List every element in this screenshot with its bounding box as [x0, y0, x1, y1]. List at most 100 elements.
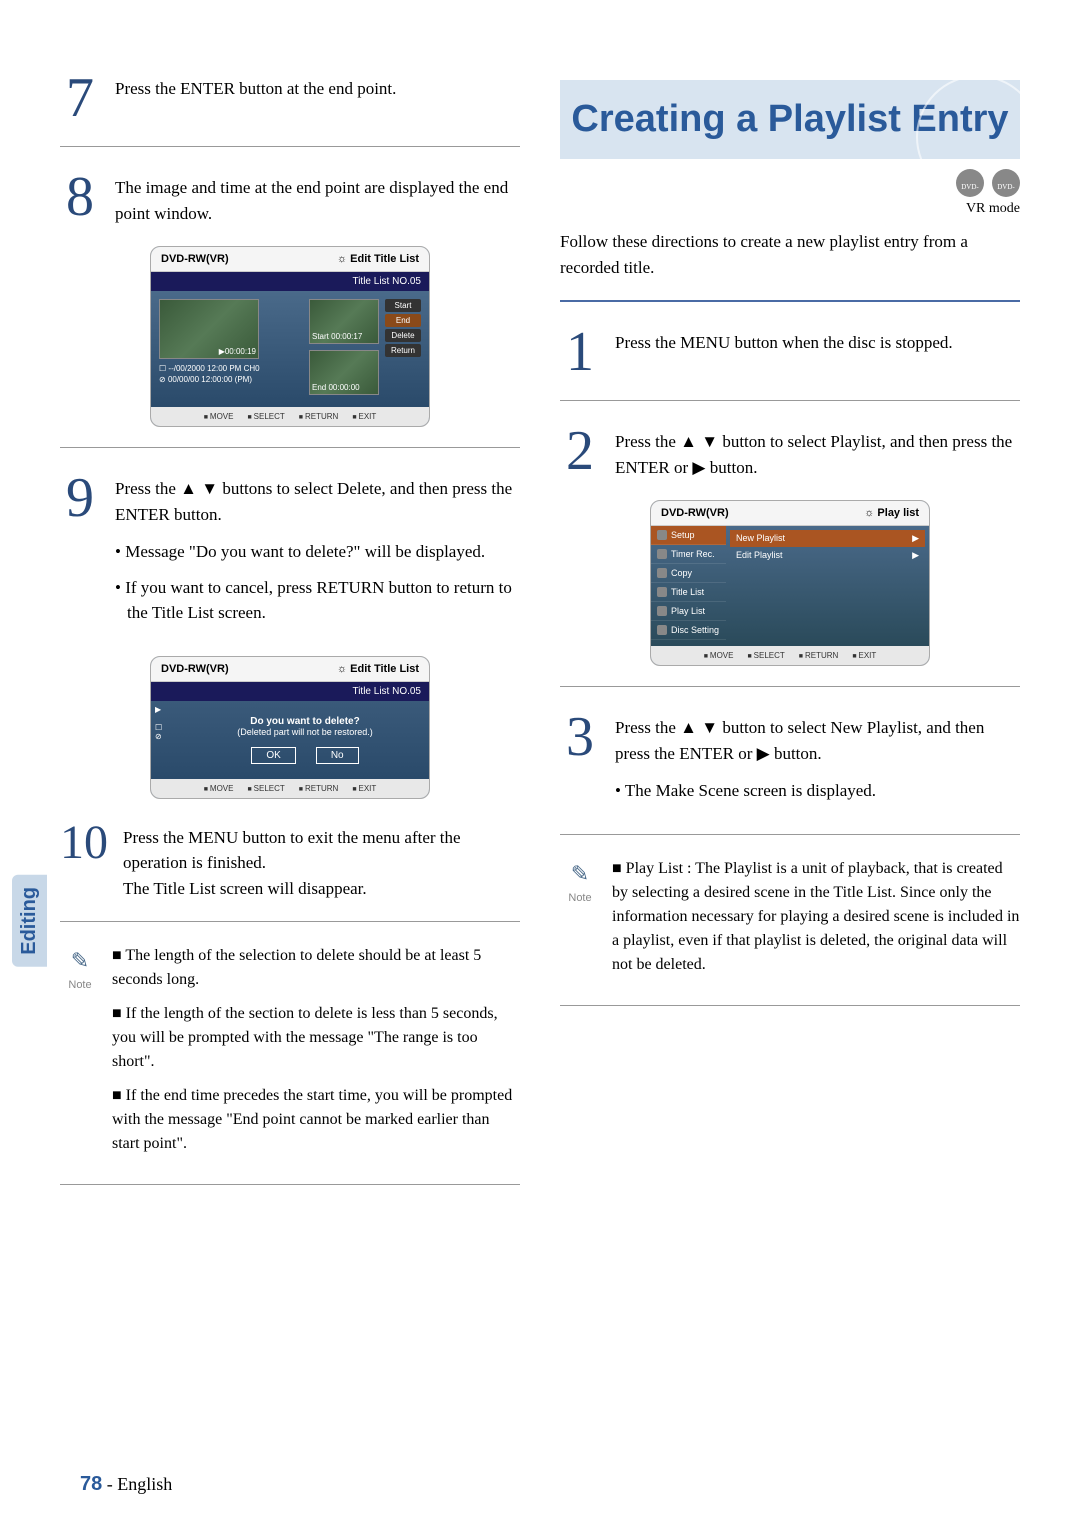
header-right: ☼ Play list	[864, 507, 919, 519]
select-hint: SELECT	[247, 412, 284, 421]
time-info: ☐ --/00/2000 12:00 PM CH0 ⊘ 00/00/00 12:…	[159, 363, 303, 385]
header-left: DVD-RW(VR)	[661, 507, 729, 519]
screenshot-menu: Setup Timer Rec. Copy Title List Play Li…	[651, 526, 929, 646]
dvd-rw-badge-icon: DVD-RW	[992, 169, 1020, 197]
screenshot-header: DVD-RW(VR) ☼ Play list	[651, 501, 929, 526]
step-number: 2	[560, 423, 600, 480]
step-7: 7 Press the ENTER button at the end poin…	[60, 70, 520, 126]
screenshot-header: DVD-RW(VR) ☼ Edit Title List	[151, 247, 429, 272]
screenshot-titlebar: Title List NO.05	[151, 272, 429, 291]
step-number: 3	[560, 709, 600, 814]
no-button[interactable]: No	[316, 747, 359, 764]
dvd-ram-badge-icon: DVD-RAM	[956, 169, 984, 197]
end-thumbnail: End 00:00:00	[309, 350, 379, 395]
start-button[interactable]: Start	[385, 299, 421, 312]
step-text: Press the ▲ ▼ button to select New Playl…	[615, 709, 1020, 814]
menu-item-setup[interactable]: Setup	[651, 526, 726, 545]
mode-badges: DVD-RAM DVD-RW	[560, 169, 1020, 197]
start-thumbnail: Start 00:00:17	[309, 299, 379, 344]
note-item: Play List : The Playlist is a unit of pl…	[612, 857, 1020, 977]
divider	[60, 1184, 520, 1185]
header-right: ☼ Edit Title List	[337, 253, 419, 265]
step-text: Press the ▲ ▼ button to select Playlist,…	[615, 423, 1020, 480]
return-hint: RETURN	[799, 651, 839, 660]
select-hint: SELECT	[747, 651, 784, 660]
submenu-new-playlist[interactable]: New Playlist▶	[730, 530, 925, 547]
menu-item-disc-setting[interactable]: Disc Setting	[651, 621, 726, 640]
exit-hint: EXIT	[352, 412, 376, 421]
note-label: Note	[560, 890, 600, 907]
screenshot-playlist-menu: DVD-RW(VR) ☼ Play list Setup Timer Rec. …	[650, 500, 930, 666]
step-bullet: If you want to cancel, press RETURN butt…	[115, 575, 520, 626]
delete-button[interactable]: Delete	[385, 329, 421, 342]
screenshot-edit-title-list: DVD-RW(VR) ☼ Edit Title List Title List …	[150, 246, 430, 427]
step-r1: 1 Press the MENU button when the disc is…	[560, 324, 1020, 380]
screenshot-delete-dialog: DVD-RW(VR) ☼ Edit Title List Title List …	[150, 656, 430, 799]
left-column: 7 Press the ENTER button at the end poin…	[60, 70, 520, 1207]
note-block-left: ✎ Note The length of the selection to de…	[60, 944, 520, 1166]
page-content: 7 Press the ENTER button at the end poin…	[60, 70, 1020, 1207]
step-text: Press the ▲ ▼ buttons to select Delete, …	[115, 470, 520, 636]
step-r3: 3 Press the ▲ ▼ button to select New Pla…	[560, 709, 1020, 814]
screenshot-footer: MOVE SELECT RETURN EXIT	[651, 646, 929, 665]
screenshot-footer: MOVE SELECT RETURN EXIT	[151, 779, 429, 798]
note-item: If the end time precedes the start time,…	[112, 1084, 520, 1156]
header-right: ☼ Edit Title List	[337, 663, 419, 675]
exit-hint: EXIT	[852, 651, 876, 660]
note-icon: ✎	[560, 857, 600, 890]
screenshot-titlebar: Title List NO.05	[151, 682, 429, 701]
step-text: Press the MENU button to exit the menu a…	[123, 819, 520, 902]
video-thumbnail: ▶ 00:00:19	[159, 299, 259, 359]
page-number: 78	[80, 1473, 102, 1495]
divider	[60, 146, 520, 147]
clock-icon	[657, 549, 667, 559]
divider	[60, 921, 520, 922]
list-icon	[657, 587, 667, 597]
divider	[560, 834, 1020, 835]
note-icon: ✎	[60, 944, 100, 977]
side-tab-editing: Editing	[12, 875, 47, 967]
note-block-right: ✎ Note Play List : The Playlist is a uni…	[560, 857, 1020, 987]
divider-blue	[560, 300, 1020, 302]
select-hint: SELECT	[247, 784, 284, 793]
play-icon	[657, 606, 667, 616]
menu-item-title-list[interactable]: Title List	[651, 583, 726, 602]
submenu-edit-playlist[interactable]: Edit Playlist▶	[730, 547, 925, 564]
step-text: Press the MENU button when the disc is s…	[615, 324, 1020, 380]
divider	[60, 447, 520, 448]
step-number: 1	[560, 324, 600, 380]
note-label: Note	[60, 977, 100, 994]
menu-item-timer-rec[interactable]: Timer Rec.	[651, 545, 726, 564]
menu-item-copy[interactable]: Copy	[651, 564, 726, 583]
step-bullet: Message "Do you want to delete?" will be…	[115, 539, 520, 565]
step-r2: 2 Press the ▲ ▼ button to select Playlis…	[560, 423, 1020, 480]
step-10: 10 Press the MENU button to exit the men…	[60, 819, 520, 902]
screenshot-body: ▶ 00:00:19 ☐ --/00/2000 12:00 PM CH0 ⊘ 0…	[151, 291, 429, 407]
step-number: 10	[60, 819, 108, 902]
move-hint: MOVE	[204, 412, 234, 421]
step-number: 7	[60, 70, 100, 126]
step-bullet: The Make Scene screen is displayed.	[615, 778, 1020, 804]
end-button[interactable]: End	[385, 314, 421, 327]
move-hint: MOVE	[704, 651, 734, 660]
step-number: 8	[60, 169, 100, 226]
screenshot-header: DVD-RW(VR) ☼ Edit Title List	[151, 657, 429, 682]
move-hint: MOVE	[204, 784, 234, 793]
menu-item-play-list[interactable]: Play List	[651, 602, 726, 621]
right-column: Creating a Playlist Entry DVD-RAM DVD-RW…	[560, 70, 1020, 1207]
divider	[560, 1005, 1020, 1006]
return-button[interactable]: Return	[385, 344, 421, 357]
gear-icon	[657, 530, 667, 540]
note-item: The length of the selection to delete sh…	[112, 944, 520, 992]
step-8: 8 The image and time at the end point ar…	[60, 169, 520, 226]
dialog-line1: Do you want to delete?	[191, 716, 419, 727]
ok-button[interactable]: OK	[251, 747, 295, 764]
divider	[560, 400, 1020, 401]
header-left: DVD-RW(VR)	[161, 663, 229, 675]
step-text: The image and time at the end point are …	[115, 169, 520, 226]
exit-hint: EXIT	[352, 784, 376, 793]
screenshot-footer: MOVE SELECT RETURN EXIT	[151, 407, 429, 426]
disc-icon	[657, 625, 667, 635]
intro-text: Follow these directions to create a new …	[560, 229, 1020, 280]
page-language: English	[117, 1474, 172, 1494]
